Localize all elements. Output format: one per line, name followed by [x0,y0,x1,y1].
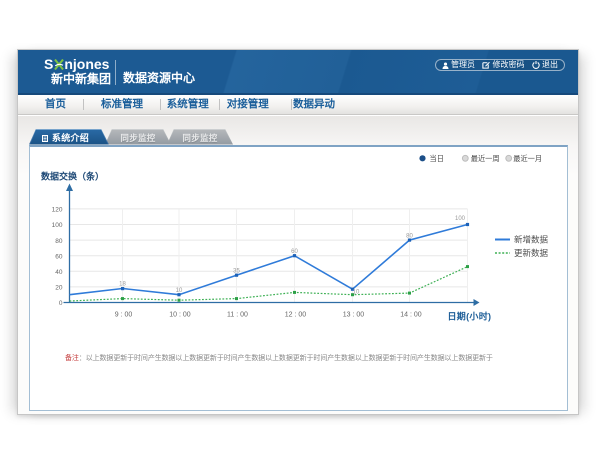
svg-text:当日: 当日 [430,154,444,163]
svg-text:60: 60 [291,249,298,255]
svg-text:80: 80 [406,233,413,239]
svg-text:60: 60 [55,253,63,260]
svg-text:18: 18 [119,281,126,287]
svg-text:最近一月: 最近一月 [513,154,542,163]
svg-text:10: 10 [176,288,183,294]
svg-text:100: 100 [455,215,466,221]
svg-text:9 : 00: 9 : 00 [115,311,133,318]
svg-text:更新数据: 更新数据 [514,248,549,258]
svg-text:120: 120 [52,206,63,213]
svg-text:40: 40 [55,269,63,276]
svg-text:数据交换（条）: 数据交换（条） [41,170,104,181]
svg-text:80: 80 [55,237,63,244]
svg-text:备注：以上数据更新于时间产生数据以上数据更新于时间产生数据以: 备注：以上数据更新于时间产生数据以上数据更新于时间产生数据以上数据更新于时间产生… [65,353,493,362]
svg-text:35: 35 [233,268,240,274]
svg-text:10: 10 [353,289,360,295]
svg-text:11 : 00: 11 : 00 [227,311,248,318]
svg-text:日期(小时): 日期(小时) [448,310,492,321]
svg-text:0: 0 [59,300,63,307]
svg-text:100: 100 [52,222,63,229]
svg-text:14 : 00: 14 : 00 [400,311,422,318]
svg-text:10 : 00: 10 : 00 [169,311,191,318]
svg-text:13 : 00: 13 : 00 [343,311,365,318]
svg-text:新增数据: 新增数据 [514,234,549,244]
svg-text:最近一周: 最近一周 [471,154,500,163]
svg-text:12 : 00: 12 : 00 [285,311,307,318]
svg-text:20: 20 [55,284,63,291]
